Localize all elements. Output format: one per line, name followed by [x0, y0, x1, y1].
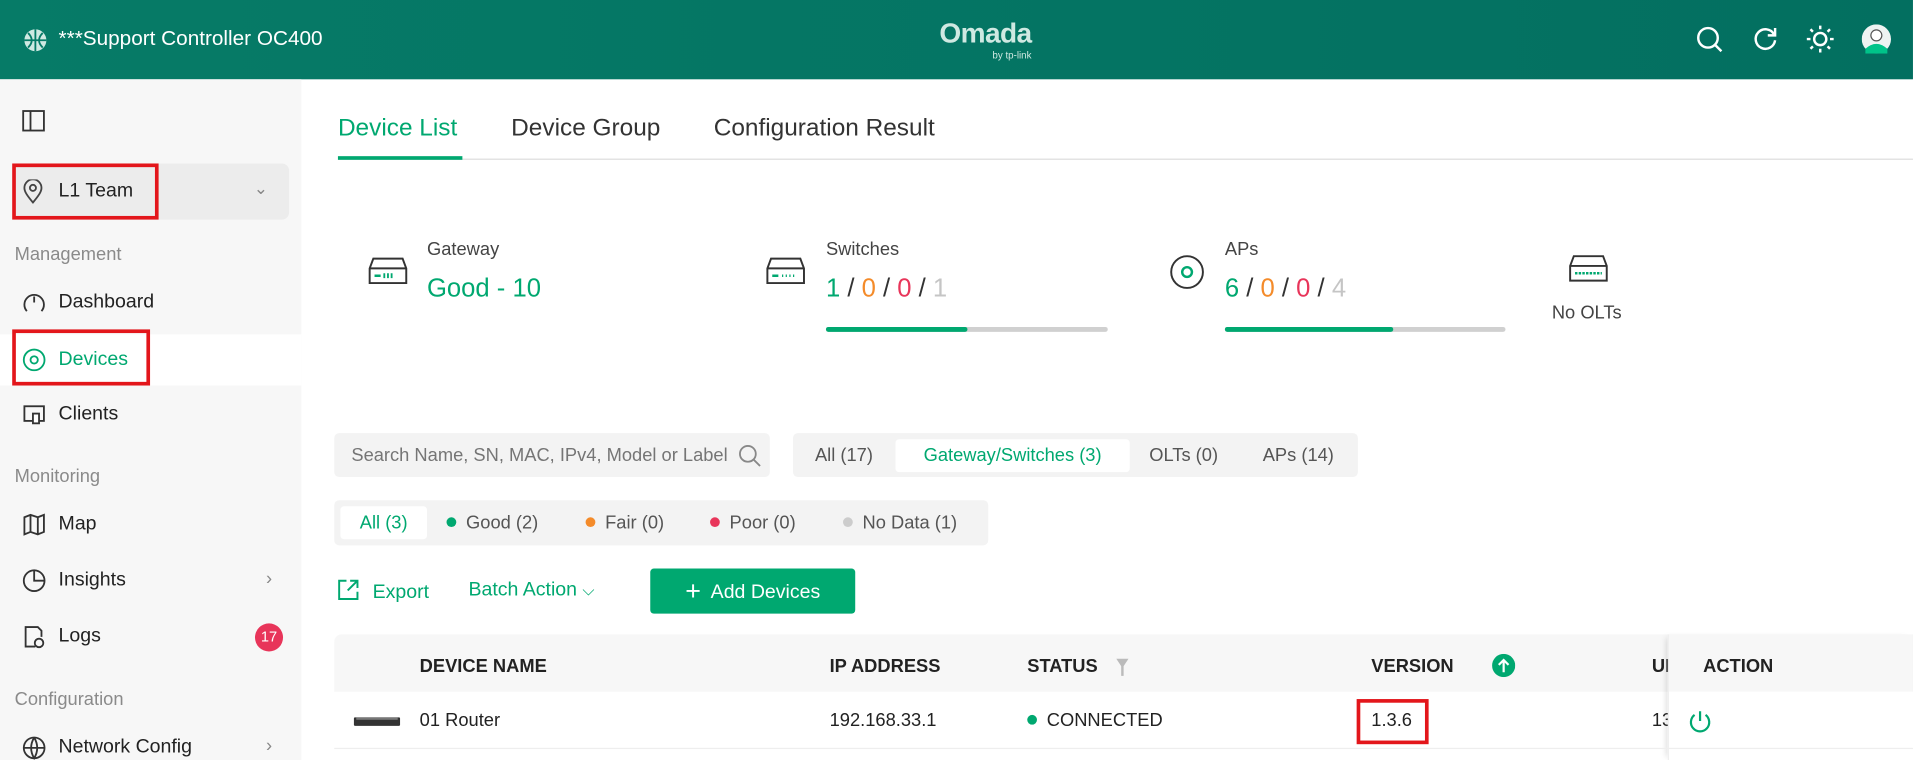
- tab-configuration-result[interactable]: Configuration Result: [714, 115, 935, 143]
- add-devices-button[interactable]: + Add Devices: [650, 568, 856, 614]
- search-field[interactable]: [334, 433, 737, 478]
- export-icon: [338, 579, 359, 600]
- clients-icon: [23, 405, 45, 425]
- logs-badge: 17: [254, 623, 284, 652]
- highlight-site: [12, 163, 159, 220]
- sidebar-item-network-config[interactable]: Network Config ›: [0, 722, 301, 760]
- col-status[interactable]: STATUS: [1027, 656, 1097, 677]
- olt-icon: [1569, 255, 1608, 282]
- logs-icon: [24, 626, 45, 649]
- type-gateway-switches[interactable]: Gateway/Switches (3): [895, 439, 1130, 473]
- gateway-value[interactable]: Good - 10: [427, 275, 541, 304]
- search-icon[interactable]: [738, 444, 761, 467]
- sidebar-item-insights[interactable]: Insights ›: [0, 555, 301, 606]
- sidebar-item-dashboard[interactable]: Dashboard: [0, 277, 301, 328]
- device-name[interactable]: 01 Router: [420, 710, 500, 731]
- highlight-version: [1356, 699, 1429, 745]
- device-type-filter: All (17) Gateway/Switches (3) OLTs (0) A…: [793, 433, 1358, 478]
- filter-icon[interactable]: [1115, 658, 1130, 678]
- refresh-icon[interactable]: [1751, 24, 1780, 53]
- status-poor[interactable]: Poor (0): [700, 506, 805, 539]
- aps-health-fill: [1224, 326, 1394, 332]
- user-avatar[interactable]: [1861, 24, 1891, 54]
- switches-label: Switches: [825, 239, 900, 260]
- sidebar-toggle-icon[interactable]: [22, 110, 45, 132]
- status-filter: All (3) Good (2) Fair (0) Poor (0) No Da…: [334, 500, 989, 546]
- aps-counts[interactable]: 6 / 0 / 0 / 4: [1225, 275, 1346, 304]
- col-ip-address[interactable]: IP ADDRESS: [830, 656, 941, 677]
- omada-logo: Omada by tp-link: [939, 17, 1032, 61]
- theme-sun-icon[interactable]: [1806, 24, 1835, 53]
- status-good[interactable]: Good (2): [437, 506, 548, 539]
- top-bar: ***Support Controller OC400 Omada by tp-l…: [0, 0, 1913, 80]
- col-device-name[interactable]: DEVICE NAME: [420, 656, 547, 677]
- status-no-data[interactable]: No Data (1): [833, 506, 967, 539]
- section-monitoring: Monitoring: [14, 466, 101, 487]
- switch-icon: [766, 257, 805, 285]
- status-fair[interactable]: Fair (0): [576, 506, 674, 539]
- device-ip: 192.168.33.1: [829, 710, 937, 731]
- status-all[interactable]: All (3): [340, 506, 427, 540]
- switches-health-fill: [825, 326, 967, 332]
- col-action: ACTION: [1703, 656, 1774, 678]
- section-configuration: Configuration: [14, 689, 124, 711]
- switches-health-bar: [825, 326, 1108, 332]
- gateway-icon: [368, 257, 408, 285]
- tabs-divider: [337, 158, 1913, 160]
- controller-title: ***Support Controller OC400: [58, 26, 323, 51]
- plus-icon: +: [685, 575, 701, 607]
- search-input[interactable]: [334, 433, 770, 478]
- olts-label: No OLTs: [1551, 302, 1622, 324]
- globe-icon: [22, 736, 46, 760]
- sidebar-item-map[interactable]: Map: [0, 499, 301, 550]
- type-olts[interactable]: OLTs (0): [1139, 439, 1227, 472]
- device-status: CONNECTED: [1027, 710, 1163, 731]
- power-icon[interactable]: [1687, 709, 1713, 735]
- chevron-down-icon: ⌄: [253, 178, 269, 198]
- search-icon[interactable]: [1695, 24, 1724, 53]
- section-management: Management: [14, 244, 122, 265]
- col-version[interactable]: VERSION: [1371, 656, 1453, 677]
- active-tab-indicator: [337, 156, 463, 160]
- chevron-down-icon: ⌵: [582, 580, 595, 600]
- aps-label: APs: [1224, 239, 1259, 260]
- switches-counts[interactable]: 1 / 0 / 0 / 1: [826, 275, 947, 304]
- tab-device-group[interactable]: Device Group: [511, 115, 660, 143]
- globe-icon: [24, 29, 47, 52]
- gateway-label: Gateway: [427, 239, 500, 260]
- map-icon: [23, 513, 45, 536]
- sidebar-item-logs[interactable]: Logs 17: [0, 611, 301, 662]
- highlight-devices: [12, 329, 151, 386]
- tab-device-list[interactable]: Device List: [338, 115, 457, 143]
- type-all[interactable]: All (17): [805, 439, 882, 472]
- router-device-icon: [353, 717, 401, 726]
- chevron-right-icon: ›: [265, 735, 273, 757]
- sidebar-item-clients[interactable]: Clients: [0, 389, 301, 440]
- export-button[interactable]: Export: [337, 578, 429, 604]
- device-uptime: 13: [1651, 710, 1668, 731]
- dashboard-icon: [23, 293, 45, 312]
- chevron-right-icon: ›: [265, 568, 273, 590]
- aps-health-bar: [1224, 326, 1506, 332]
- ap-icon: [1170, 255, 1204, 289]
- batch-action-dropdown[interactable]: Batch Action ⌵: [468, 580, 594, 602]
- sort-ascending-icon[interactable]: [1492, 653, 1516, 678]
- insights-icon: [22, 569, 46, 593]
- type-aps[interactable]: APs (14): [1253, 439, 1344, 472]
- col-uptime[interactable]: UPTIME: [1652, 656, 1669, 677]
